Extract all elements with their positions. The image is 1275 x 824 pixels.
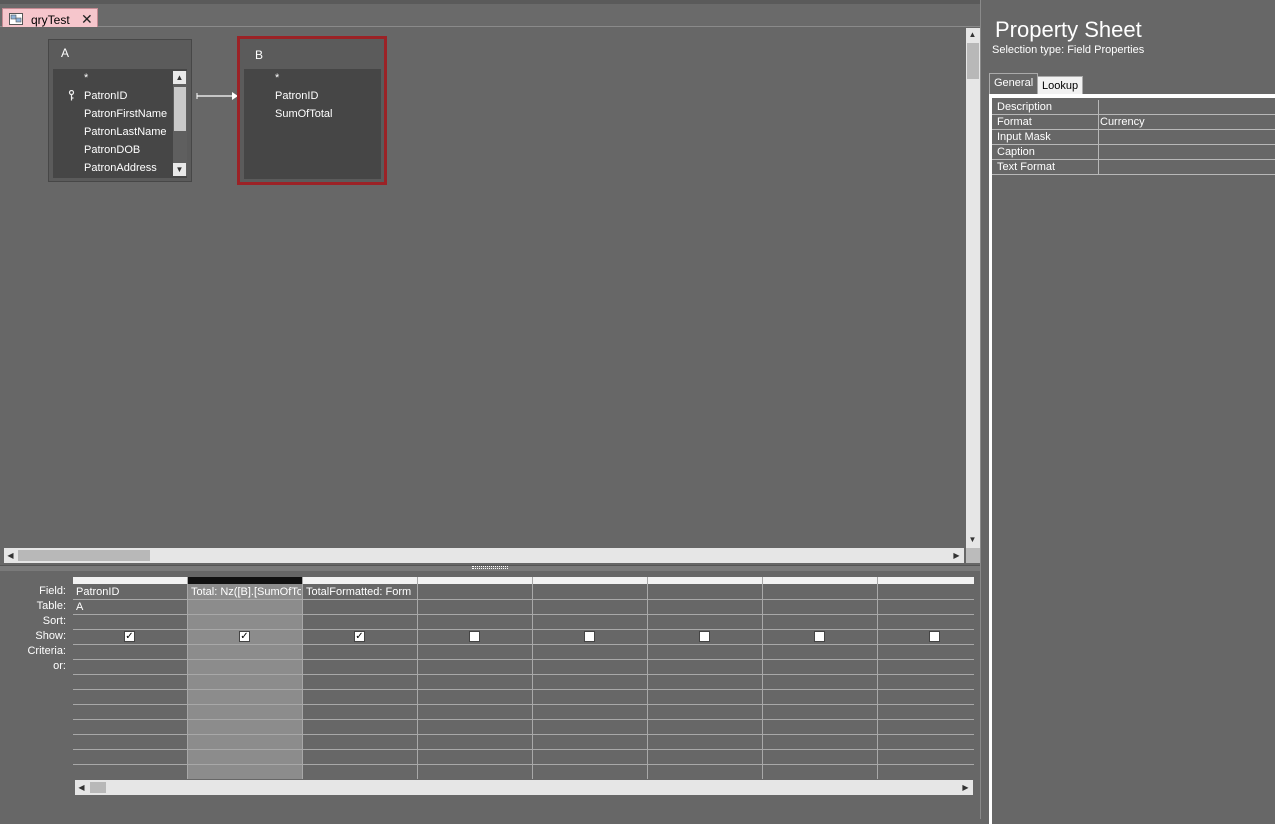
scroll-down-icon[interactable]: ▼	[173, 163, 186, 176]
table-title: A	[61, 46, 70, 60]
tab-lookup[interactable]: Lookup	[1037, 76, 1084, 95]
property-name: Format	[997, 116, 1032, 128]
scroll-left-icon[interactable]: ◀	[75, 781, 88, 794]
show-checkbox[interactable]	[929, 631, 940, 642]
property-list	[989, 94, 1275, 824]
document-tab-bar: qryTest ✕	[0, 0, 980, 30]
column-selector[interactable]	[188, 577, 302, 584]
scroll-thumb[interactable]	[18, 550, 150, 561]
scroll-left-icon[interactable]: ◀	[4, 549, 17, 562]
field-item[interactable]: PatronID	[84, 90, 127, 102]
table-cell[interactable]: A	[76, 601, 186, 613]
scroll-up-icon[interactable]: ▲	[966, 28, 979, 41]
document-tab-title: qryTest	[31, 13, 70, 27]
column-selector[interactable]	[533, 577, 647, 584]
property-value[interactable]: Currency	[1100, 116, 1145, 128]
scroll-thumb[interactable]	[967, 43, 979, 79]
field-item[interactable]: *	[84, 72, 88, 84]
row-label-criteria: Criteria:	[27, 645, 66, 657]
show-checkbox[interactable]: ✓	[239, 631, 250, 642]
show-checkbox[interactable]: ✓	[354, 631, 365, 642]
row-label-sort: Sort:	[42, 615, 66, 627]
row-label-or: or:	[53, 660, 66, 672]
field-cell[interactable]: PatronID	[76, 586, 186, 598]
selection-type: Selection type: Field Properties	[992, 44, 1145, 56]
query-design-pane: A * PatronID PatronFirstName PatronLastN…	[0, 27, 980, 565]
show-checkbox[interactable]	[469, 631, 480, 642]
table-title: B	[255, 48, 264, 62]
property-row-format[interactable]: Format Currency	[992, 115, 1275, 130]
close-icon[interactable]: ✕	[81, 11, 93, 28]
field-cell[interactable]: Total: Nz([B].[SumOfTo	[191, 586, 301, 598]
field-item[interactable]: PatronLastName	[84, 126, 167, 138]
show-checkbox[interactable]: ✓	[124, 631, 135, 642]
field-item[interactable]: PatronAddress	[84, 162, 157, 174]
scroll-thumb[interactable]	[90, 782, 106, 793]
show-checkbox[interactable]	[699, 631, 710, 642]
property-row-input-mask[interactable]: Input Mask	[992, 130, 1275, 145]
field-list: * PatronID SumOfTotal	[244, 69, 381, 179]
property-name: Caption	[997, 146, 1035, 158]
property-sheet-title: Property Sheet	[995, 17, 1142, 42]
scroll-up-icon[interactable]: ▲	[173, 71, 186, 84]
field-cell[interactable]: TotalFormatted: Form	[306, 586, 416, 598]
property-row-description[interactable]: Description	[992, 100, 1275, 115]
field-list-A[interactable]: A * PatronID PatronFirstName PatronLastN…	[48, 39, 192, 182]
field-item[interactable]: PatronDOB	[84, 144, 140, 156]
field-item[interactable]: SumOfTotal	[275, 108, 332, 120]
vertical-scrollbar[interactable]: ▲ ▼	[173, 71, 187, 176]
grid-horizontal-scrollbar[interactable]: ◀ ▶	[75, 780, 973, 795]
row-label-field: Field:	[39, 585, 66, 597]
field-list-B[interactable]: B * PatronID SumOfTotal	[237, 36, 387, 185]
scroll-corner	[966, 548, 980, 563]
scroll-thumb[interactable]	[174, 87, 186, 131]
query-icon	[9, 13, 23, 25]
column-selector[interactable]	[878, 577, 974, 584]
column-selector[interactable]	[763, 577, 877, 584]
field-list: * PatronID PatronFirstName PatronLastNam…	[53, 69, 187, 178]
property-sheet: Property Sheet Selection type: Field Pro…	[980, 0, 1275, 824]
scroll-right-icon[interactable]: ▶	[959, 781, 972, 794]
property-name: Text Format	[997, 161, 1056, 173]
show-checkbox[interactable]	[584, 631, 595, 642]
query-design-grid: Field: Table: Sort: Show: Criteria: or: …	[0, 571, 980, 819]
column-selector[interactable]	[648, 577, 762, 584]
field-item[interactable]: PatronFirstName	[84, 108, 167, 120]
tab-general[interactable]: General	[989, 73, 1039, 95]
property-row-caption[interactable]: Caption	[992, 145, 1275, 160]
property-name: Description	[997, 101, 1053, 113]
show-checkbox[interactable]	[814, 631, 825, 642]
column-selector[interactable]	[303, 577, 417, 584]
field-item[interactable]: *	[275, 72, 279, 84]
scroll-right-icon[interactable]: ▶	[950, 549, 963, 562]
primary-key-icon	[68, 90, 75, 101]
column-selector[interactable]	[418, 577, 532, 584]
join-line[interactable]	[195, 89, 239, 103]
row-label-show: Show:	[35, 630, 66, 642]
row-label-table: Table:	[36, 600, 66, 612]
scroll-down-icon[interactable]: ▼	[966, 533, 979, 546]
field-item[interactable]: PatronID	[275, 90, 318, 102]
property-row-text-format[interactable]: Text Format	[992, 160, 1275, 175]
column-selector[interactable]	[73, 577, 187, 584]
design-vertical-scrollbar[interactable]: ▲ ▼	[966, 28, 980, 548]
property-name: Input Mask	[997, 131, 1051, 143]
design-horizontal-scrollbar[interactable]: ◀ ▶	[4, 548, 964, 563]
